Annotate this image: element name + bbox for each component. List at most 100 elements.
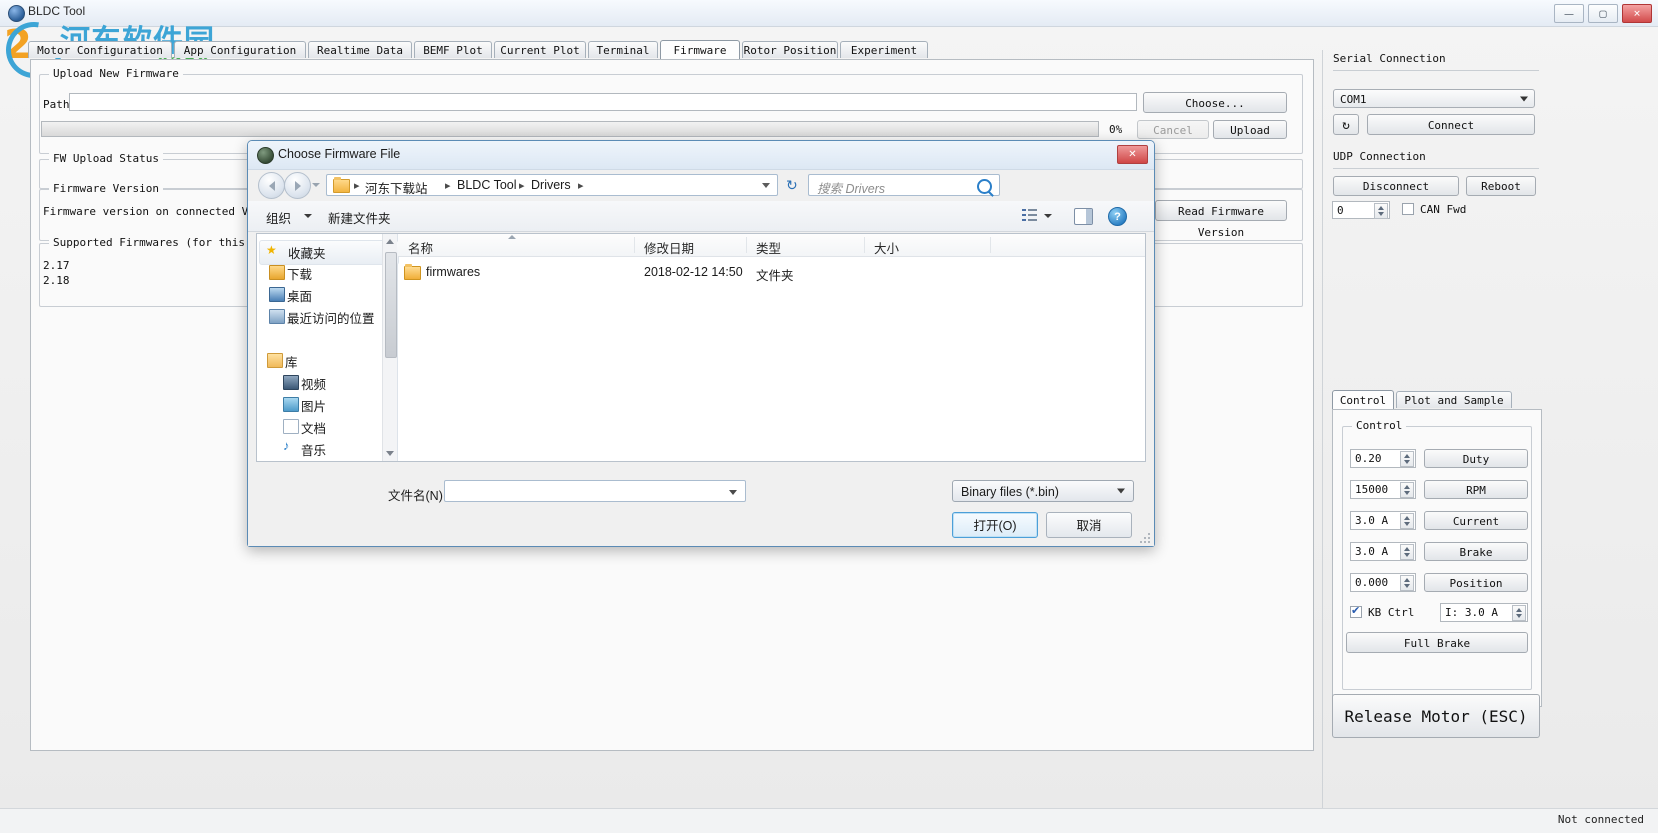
- brake-spinner[interactable]: 3.0 A: [1350, 542, 1416, 561]
- filename-input[interactable]: [444, 480, 746, 502]
- tab-realtime-data[interactable]: Realtime Data: [308, 41, 412, 58]
- column-divider[interactable]: [864, 237, 865, 253]
- current-stepper[interactable]: [1400, 513, 1414, 529]
- column-header-type[interactable]: 类型: [756, 238, 781, 257]
- breadcrumb-dropdown-icon[interactable]: [762, 183, 770, 188]
- read-firmware-version-button[interactable]: Read Firmware Version: [1155, 200, 1287, 239]
- navpane-scrollbar[interactable]: [382, 234, 397, 461]
- forward-button[interactable]: [284, 172, 311, 199]
- new-folder-button[interactable]: 新建文件夹: [328, 208, 391, 227]
- duty-button[interactable]: Duty: [1424, 449, 1528, 468]
- organize-button[interactable]: 组织: [266, 208, 291, 227]
- back-button[interactable]: [258, 172, 285, 199]
- tab-current-plot[interactable]: Current Plot: [494, 41, 586, 58]
- maximize-button[interactable]: ▢: [1588, 4, 1618, 23]
- preview-pane-icon[interactable]: [1074, 208, 1093, 225]
- search-box[interactable]: 搜索 Drivers: [808, 174, 1000, 196]
- duty-stepper[interactable]: [1400, 451, 1414, 467]
- path-input[interactable]: [69, 93, 1137, 111]
- search-input[interactable]: 搜索 Drivers: [817, 178, 885, 197]
- column-header-modified[interactable]: 修改日期: [644, 238, 694, 257]
- chevron-down-icon[interactable]: [729, 490, 737, 495]
- breadcrumb-item-1[interactable]: BLDC Tool: [457, 178, 517, 192]
- upload-button[interactable]: Upload: [1213, 120, 1287, 139]
- rpm-spinner[interactable]: 15000: [1350, 480, 1416, 499]
- view-dropdown-icon[interactable]: [1044, 214, 1052, 218]
- close-button[interactable]: ✕: [1622, 4, 1652, 23]
- duty-spinner[interactable]: 0.20: [1350, 449, 1416, 468]
- minimize-button[interactable]: —: [1554, 4, 1584, 23]
- chevron-down-icon[interactable]: [304, 214, 312, 218]
- current-spinner[interactable]: 3.0 A: [1350, 511, 1416, 530]
- tab-terminal[interactable]: Terminal: [588, 41, 658, 58]
- rpm-button[interactable]: RPM: [1424, 480, 1528, 499]
- table-row[interactable]: firmwares 2018-02-12 14:50 文件夹: [398, 262, 1145, 284]
- refresh-ports-button[interactable]: ↻: [1333, 114, 1359, 135]
- breadcrumb-item-2[interactable]: Drivers: [531, 178, 571, 192]
- tree-item-desktop[interactable]: 桌面: [269, 286, 312, 305]
- brake-button[interactable]: Brake: [1424, 542, 1528, 561]
- choose-button[interactable]: Choose...: [1143, 92, 1287, 113]
- scroll-up-icon[interactable]: [386, 239, 394, 244]
- resize-grip[interactable]: [1140, 533, 1150, 543]
- serial-port-select[interactable]: COM1: [1333, 89, 1535, 108]
- tab-firmware[interactable]: Firmware: [660, 40, 740, 59]
- position-spinner[interactable]: 0.000: [1350, 573, 1416, 592]
- tree-item-recent[interactable]: 最近访问的位置: [269, 308, 375, 327]
- dialog-close-button[interactable]: ✕: [1117, 145, 1148, 164]
- tree-item-videos[interactable]: 视频: [283, 374, 326, 393]
- file-type-filter-select[interactable]: Binary files (*.bin): [952, 480, 1134, 502]
- rpm-stepper[interactable]: [1400, 482, 1414, 498]
- chevron-down-icon: [1117, 488, 1125, 494]
- can-id-value: 0: [1337, 204, 1344, 217]
- position-button[interactable]: Position: [1424, 573, 1528, 592]
- position-stepper[interactable]: [1400, 575, 1414, 591]
- history-dropdown-icon[interactable]: [312, 183, 320, 187]
- cancel-button[interactable]: 取消: [1046, 512, 1132, 538]
- column-header-size[interactable]: 大小: [874, 238, 899, 257]
- kb-current-spinner[interactable]: I: 3.0 A: [1440, 603, 1528, 622]
- reboot-button[interactable]: Reboot: [1466, 176, 1536, 196]
- column-divider[interactable]: [634, 237, 635, 253]
- breadcrumb[interactable]: ▸ 河东下载站 ▸ BLDC Tool ▸ Drivers ▸: [326, 174, 778, 196]
- help-icon[interactable]: [1108, 207, 1127, 226]
- tab-motor-configuration[interactable]: Motor Configuration: [28, 41, 172, 58]
- tree-item-pictures[interactable]: 图片: [283, 396, 326, 415]
- can-fwd-checkbox[interactable]: [1402, 203, 1414, 215]
- tab-bemf-plot[interactable]: BEMF Plot: [414, 41, 492, 58]
- refresh-button[interactable]: ↻: [786, 177, 798, 194]
- tab-experiment[interactable]: Experiment: [840, 41, 928, 58]
- view-list-icon[interactable]: [1022, 209, 1037, 222]
- bldc-tool-window: BLDC Tool — ▢ ✕ 2 河东软件园 www.pc0359.cn Mo…: [0, 0, 1658, 833]
- tree-item-favorites[interactable]: ★ 收藏夹: [259, 240, 399, 265]
- column-divider[interactable]: [746, 237, 747, 253]
- serial-connection-rule: [1333, 70, 1539, 71]
- current-button[interactable]: Current: [1424, 511, 1528, 530]
- tab-app-configuration[interactable]: App Configuration: [174, 41, 306, 58]
- subtab-control[interactable]: Control: [1332, 390, 1394, 409]
- stepper-up-icon: [1404, 578, 1410, 582]
- column-header-name[interactable]: 名称: [408, 238, 433, 257]
- cancel-upload-button[interactable]: Cancel: [1137, 120, 1209, 139]
- brake-stepper[interactable]: [1400, 544, 1414, 560]
- kb-ctrl-checkbox[interactable]: [1350, 604, 1362, 618]
- breadcrumb-item-0[interactable]: 河东下载站: [365, 178, 428, 197]
- can-id-stepper[interactable]: [1374, 203, 1388, 219]
- tab-rotor-position[interactable]: Rotor Position: [742, 41, 838, 58]
- library-icon: [267, 353, 283, 368]
- connect-button[interactable]: Connect: [1367, 114, 1535, 135]
- scrollbar-thumb[interactable]: [385, 252, 397, 358]
- subtab-plot-and-sample[interactable]: Plot and Sample: [1396, 391, 1512, 408]
- full-brake-button[interactable]: Full Brake: [1346, 632, 1528, 653]
- column-divider[interactable]: [990, 237, 991, 253]
- open-button[interactable]: 打开(O): [952, 512, 1038, 538]
- tree-item-downloads[interactable]: 下载: [269, 264, 312, 283]
- release-motor-button[interactable]: Release Motor (ESC): [1332, 694, 1540, 738]
- tree-item-library[interactable]: 库: [267, 352, 298, 371]
- scroll-down-icon[interactable]: [386, 451, 394, 456]
- kb-current-stepper[interactable]: [1512, 605, 1526, 621]
- tree-item-documents[interactable]: 文档: [283, 418, 326, 437]
- disconnect-button[interactable]: Disconnect: [1333, 176, 1459, 196]
- tree-item-music[interactable]: ♪ 音乐: [283, 438, 326, 459]
- can-id-spinner[interactable]: 0: [1332, 201, 1390, 219]
